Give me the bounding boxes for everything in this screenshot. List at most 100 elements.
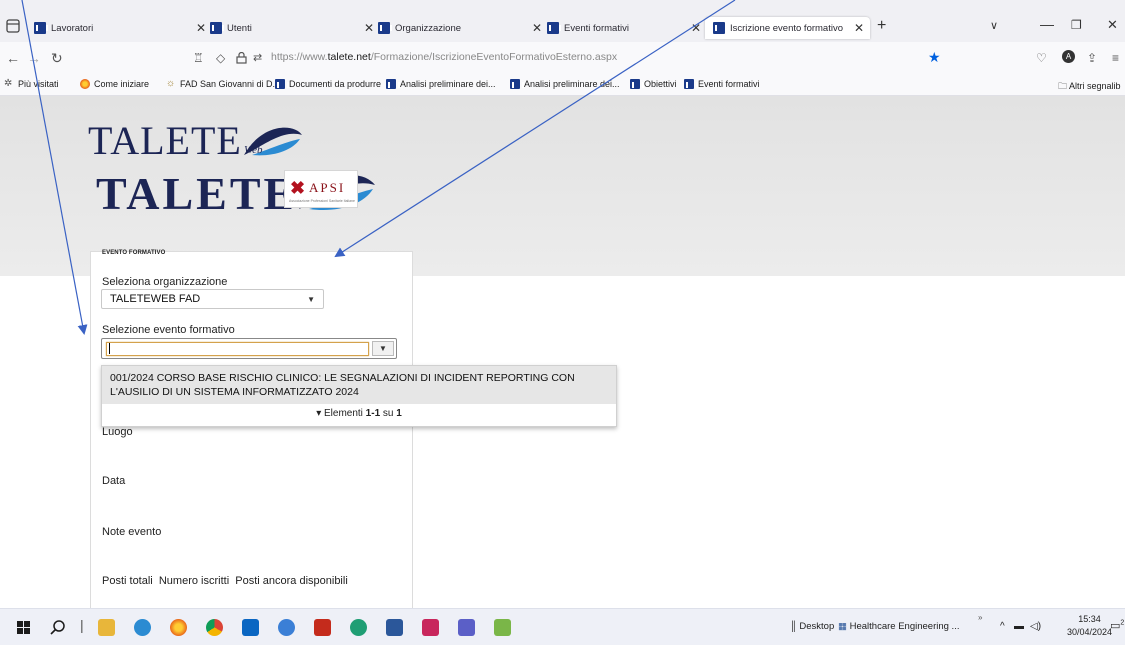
fad-icon: ☼ — [166, 78, 176, 89]
clock[interactable]: 15:34 30/04/2024 — [1067, 613, 1112, 639]
bookmark-documenti[interactable]: Documenti da produrre — [275, 79, 381, 89]
minimize-icon[interactable]: — — [1040, 16, 1054, 32]
reload-icon[interactable]: ↻ — [51, 50, 63, 67]
other-bookmarks[interactable]: 🗀 Altri segnalib — [1058, 79, 1121, 95]
battery-icon[interactable]: ▬ — [1014, 621, 1024, 632]
word-icon[interactable] — [386, 619, 403, 636]
windows-taskbar: | ║ Desktop ▦ Healthcare Engineering ...… — [0, 608, 1125, 645]
bookmarks-bar: ✲ Più visitati Come iniziare ☼ FAD San G… — [0, 74, 1125, 96]
bookmark-label: Analisi preliminare dei... — [524, 79, 620, 89]
permissions-icon[interactable]: ⇄ — [253, 51, 262, 64]
app-shield-icon[interactable] — [422, 619, 439, 636]
firefox-icon[interactable] — [170, 619, 187, 636]
url-domain: talete.net — [327, 51, 371, 63]
share-icon[interactable]: ⇪ — [1087, 51, 1097, 65]
luogo-label: Luogo — [102, 426, 133, 438]
tab-label: Eventi formativi — [564, 22, 629, 34]
tab-list-icon[interactable] — [4, 17, 22, 35]
expand-chevron-icon[interactable]: » — [978, 613, 982, 622]
forward-arrow-icon[interactable]: → — [27, 50, 41, 66]
window-close-icon[interactable]: ✕ — [1107, 17, 1118, 33]
building-icon: ▦ — [838, 621, 850, 632]
search-icon[interactable] — [50, 620, 65, 635]
pocket-icon[interactable]: ♡ — [1036, 51, 1047, 65]
lock-icon[interactable] — [236, 52, 247, 64]
close-tab-icon[interactable]: ✕ — [854, 21, 864, 35]
apsi-subtitle: Associazione Professioni Sanitarie Itali… — [289, 199, 355, 203]
address-bar[interactable]: https://www.talete.net/Formazione/Iscriz… — [271, 51, 617, 63]
desktop-label: Desktop — [799, 621, 835, 632]
restore-icon[interactable]: ❐ — [1071, 18, 1082, 32]
event-search-input[interactable] — [106, 342, 369, 356]
dropdown-pager[interactable]: ▾ Elementi 1-1 su 1 — [102, 408, 616, 419]
notification-icon[interactable]: ▭2 — [1110, 619, 1124, 632]
note-label: Note evento — [102, 526, 162, 538]
dropdown-option[interactable]: 001/2024 CORSO BASE RISCHIO CLINICO: LE … — [102, 366, 616, 404]
bookmark-page-icon[interactable]: ♖ — [193, 51, 204, 65]
account-icon[interactable]: A — [1062, 50, 1075, 63]
taskbar-window-item[interactable]: ▦ Healthcare Engineering ... — [838, 621, 959, 632]
org-label: Seleziona organizzazione — [102, 276, 228, 288]
logo-brand: TALETE — [88, 118, 242, 163]
bookmark-star-icon[interactable]: ★ — [928, 49, 941, 66]
dropdown-arrow-icon: ▼ — [307, 295, 315, 304]
bookmark-eventi-formativi[interactable]: Eventi formativi — [684, 79, 760, 89]
back-arrow-icon[interactable]: ← — [6, 50, 20, 66]
option-line-1: 001/2024 CORSO BASE RISCHIO CLINICO: LE … — [110, 372, 575, 384]
close-tab-icon[interactable]: ✕ — [364, 21, 374, 35]
outlook-icon[interactable] — [242, 619, 259, 636]
tab-label: Iscrizione evento formativo — [730, 22, 843, 34]
shield-icon[interactable]: ◇ — [216, 51, 225, 65]
volume-icon[interactable]: ◁) — [1030, 621, 1041, 632]
gear-icon: ✲ — [4, 78, 13, 89]
combo-toggle-button[interactable]: ▼ — [372, 341, 394, 356]
bookmark-piu-visitati[interactable]: ✲ Più visitati — [4, 78, 59, 90]
edge-icon[interactable] — [134, 619, 151, 636]
app-red-icon[interactable] — [314, 619, 331, 636]
event-combobox[interactable]: ▼ — [101, 338, 397, 359]
logo-brand-large: TALETE — [96, 167, 298, 219]
teams-icon[interactable] — [458, 619, 475, 636]
chrome-icon[interactable] — [206, 619, 223, 636]
tab-organizzazione[interactable]: Organizzazione ✕ — [378, 17, 542, 39]
browser-tab-bar: Lavoratori ✕ Utenti ✕ Organizzazione ✕ E… — [0, 0, 1125, 42]
tab-iscrizione-evento[interactable]: Iscrizione evento formativo ✕ — [705, 17, 870, 39]
windows-start-icon[interactable] — [17, 621, 30, 634]
pager-prefix: ▾ Elementi — [316, 408, 366, 419]
url-path: /Formazione/IscrizioneEventoFormativoEst… — [370, 51, 618, 63]
chevron-down-icon[interactable]: ∨ — [990, 19, 998, 32]
talete-favicon-icon — [547, 22, 561, 34]
file-explorer-icon[interactable] — [98, 619, 115, 636]
app-green-icon[interactable] — [350, 619, 367, 636]
bookmark-analisi-2[interactable]: Analisi preliminare dei... — [510, 79, 620, 89]
org-select-value: TALETEWEB FAD — [110, 293, 201, 305]
tab-label: Organizzazione — [395, 22, 462, 34]
other-bookmarks-label: Altri segnalib — [1069, 81, 1121, 91]
bookmark-label: FAD San Giovanni di D... — [180, 79, 281, 89]
close-tab-icon[interactable]: ✕ — [532, 21, 542, 35]
app-chart-icon[interactable] — [494, 619, 511, 636]
bookmark-come-iniziare[interactable]: Come iniziare — [80, 79, 149, 89]
new-tab-icon[interactable]: + — [877, 17, 886, 35]
bookmark-analisi-1[interactable]: Analisi preliminare dei... — [386, 79, 496, 89]
menu-icon[interactable]: ≡ — [1112, 51, 1119, 65]
logo-web-tag: Web — [244, 144, 263, 156]
tab-lavoratori[interactable]: Lavoratori ✕ — [34, 17, 206, 39]
desktop-toolbar[interactable]: ║ Desktop — [790, 621, 834, 632]
talete-favicon-icon — [713, 22, 727, 34]
sync-icon[interactable] — [278, 619, 295, 636]
bookmark-fad-san-giovanni[interactable]: ☼ FAD San Giovanni di D... — [166, 78, 281, 90]
close-tab-icon[interactable]: ✕ — [196, 21, 206, 35]
close-tab-icon[interactable]: ✕ — [691, 21, 701, 35]
org-select[interactable]: TALETEWEB FAD ▼ — [101, 289, 324, 309]
bookmark-obiettivi[interactable]: Obiettivi — [630, 79, 677, 89]
talete-favicon-icon — [275, 79, 289, 89]
tab-utenti[interactable]: Utenti ✕ — [210, 17, 374, 39]
talete-favicon-icon — [210, 22, 224, 34]
tray-up-arrow-icon[interactable]: ^ — [1000, 621, 1005, 632]
notification-count: 2 — [1120, 619, 1125, 627]
posti-label: Posti totali Numero iscritti Posti ancor… — [102, 575, 348, 587]
tab-eventi-formativi[interactable]: Eventi formativi ✕ — [547, 17, 701, 39]
tab-label: Utenti — [227, 22, 252, 34]
option-line-2: L'AUSILIO DI UN SISTEMA INFORMATIZZATO 2… — [110, 386, 359, 398]
